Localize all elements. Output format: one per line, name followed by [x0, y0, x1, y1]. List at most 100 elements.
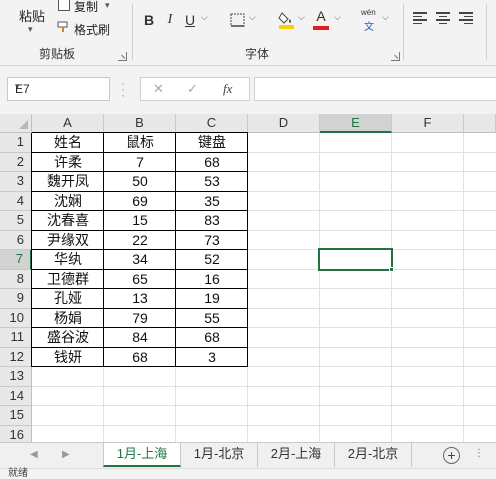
table-cell[interactable]: 73: [176, 231, 248, 251]
table-cell[interactable]: 钱妍: [32, 348, 104, 368]
add-sheet-button[interactable]: +: [443, 447, 460, 464]
table-cell[interactable]: 53: [176, 172, 248, 192]
table-cell[interactable]: 65: [104, 270, 176, 290]
worksheet-grid[interactable]: A B C D E F 1 2 3 4 5 6 7 8 9 10 11 12 13 14 15 16 姓名 鼠标 键盘 许柔 7 68…: [0, 114, 496, 442]
copy-button[interactable]: 复制: [74, 0, 98, 15]
fill-color-dropdown-icon[interactable]: ⌵: [298, 12, 305, 23]
table-cell[interactable]: 华纨: [32, 250, 104, 270]
paste-button[interactable]: 粘贴: [19, 6, 45, 25]
cancel-icon[interactable]: ✕: [153, 81, 164, 97]
font-launcher-icon[interactable]: [391, 52, 400, 61]
format-painter-button[interactable]: 格式刷: [74, 21, 110, 38]
insert-function-icon[interactable]: fx: [223, 81, 232, 97]
underline-dropdown-icon[interactable]: ⌵: [201, 12, 208, 23]
font-color-dropdown-icon[interactable]: ⌵: [334, 12, 341, 23]
underline-button[interactable]: U: [183, 10, 197, 30]
table-cell[interactable]: 15: [104, 211, 176, 231]
phonetic-char[interactable]: 文: [364, 18, 374, 33]
row-header-7[interactable]: 7: [0, 250, 32, 270]
table-cell[interactable]: 84: [104, 328, 176, 348]
table-cell[interactable]: 22: [104, 231, 176, 251]
table-cell[interactable]: 魏开凤: [32, 172, 104, 192]
formula-input[interactable]: [254, 77, 496, 101]
fill-color-icon[interactable]: [278, 10, 296, 30]
column-header-partial[interactable]: [464, 114, 496, 133]
bold-button[interactable]: B: [141, 10, 157, 30]
table-cell[interactable]: 许柔: [32, 153, 104, 173]
row-header-16[interactable]: 16: [0, 425, 32, 442]
column-header-a[interactable]: A: [32, 114, 104, 133]
font-color-button[interactable]: A: [313, 6, 329, 26]
sheet-tab[interactable]: 1月-北京: [181, 443, 258, 467]
align-right-icon[interactable]: [459, 12, 473, 26]
table-header-cell[interactable]: 鼠标: [104, 133, 176, 153]
table-cell[interactable]: 35: [176, 192, 248, 212]
table-cell[interactable]: 沈春喜: [32, 211, 104, 231]
table-cell[interactable]: 52: [176, 250, 248, 270]
row-header-2[interactable]: 2: [0, 152, 32, 172]
table-cell[interactable]: 19: [176, 289, 248, 309]
table-cell[interactable]: 68: [104, 348, 176, 368]
row-header-14[interactable]: 14: [0, 386, 32, 406]
row-header-9[interactable]: 9: [0, 289, 32, 309]
table-cell[interactable]: 83: [176, 211, 248, 231]
border-dropdown-icon[interactable]: ⌵: [249, 12, 256, 23]
table-cell[interactable]: 尹缘双: [32, 231, 104, 251]
table-cell[interactable]: 79: [104, 309, 176, 329]
row-header-1[interactable]: 1: [0, 133, 32, 153]
table-cell[interactable]: 34: [104, 250, 176, 270]
row-header-10[interactable]: 10: [0, 308, 32, 328]
row-header-6[interactable]: 6: [0, 230, 32, 250]
enter-icon[interactable]: ✓: [187, 81, 198, 97]
table-cell[interactable]: 3: [176, 348, 248, 368]
table-header-cell[interactable]: 键盘: [176, 133, 248, 153]
next-sheet-icon[interactable]: ▶: [62, 449, 70, 460]
table-header-cell[interactable]: 姓名: [32, 133, 104, 153]
tabs-more-icon[interactable]: ⋮: [474, 448, 484, 459]
row-header-8[interactable]: 8: [0, 269, 32, 289]
border-icon[interactable]: [230, 13, 246, 27]
phonetic-dropdown-icon[interactable]: ⌵: [382, 12, 389, 23]
table-cell[interactable]: 杨娟: [32, 309, 104, 329]
table-cell[interactable]: 盛谷波: [32, 328, 104, 348]
row-header-13[interactable]: 13: [0, 367, 32, 387]
name-box[interactable]: E7 ▾: [7, 77, 110, 101]
italic-button[interactable]: I: [163, 10, 177, 30]
phonetic-pinyin[interactable]: wén: [361, 8, 376, 17]
row-header-15[interactable]: 15: [0, 406, 32, 426]
row-header-3[interactable]: 3: [0, 172, 32, 192]
select-all-corner[interactable]: [0, 114, 32, 133]
row-header-5[interactable]: 5: [0, 211, 32, 231]
table-cell[interactable]: 7: [104, 153, 176, 173]
name-box-dropdown-icon[interactable]: ▾: [15, 81, 103, 92]
sheet-tab[interactable]: 1月-上海: [103, 443, 181, 467]
table-cell[interactable]: 68: [176, 328, 248, 348]
align-center-icon[interactable]: [436, 12, 450, 26]
table-cell[interactable]: 69: [104, 192, 176, 212]
table-cell[interactable]: 55: [176, 309, 248, 329]
table-cell[interactable]: 13: [104, 289, 176, 309]
table-cell[interactable]: 50: [104, 172, 176, 192]
row-header-12[interactable]: 12: [0, 347, 32, 367]
prev-sheet-icon[interactable]: ◀: [30, 449, 38, 460]
table-cell[interactable]: 16: [176, 270, 248, 290]
row-header-4[interactable]: 4: [0, 191, 32, 211]
fill-handle[interactable]: [389, 266, 394, 272]
align-left-icon[interactable]: [413, 12, 427, 26]
row-header-11[interactable]: 11: [0, 328, 32, 348]
table-cell[interactable]: 孔娅: [32, 289, 104, 309]
column-header-d[interactable]: D: [248, 114, 320, 133]
sheet-tab[interactable]: 2月-上海: [258, 443, 335, 467]
column-header-c[interactable]: C: [176, 114, 248, 133]
formula-bar-grip-icon[interactable]: · · ·: [121, 77, 125, 101]
table-cell[interactable]: 68: [176, 153, 248, 173]
column-header-b[interactable]: B: [104, 114, 176, 133]
column-header-f[interactable]: F: [392, 114, 464, 133]
clipboard-launcher-icon[interactable]: [118, 52, 127, 61]
paste-dropdown-icon[interactable]: ▾: [28, 24, 33, 35]
selected-cell[interactable]: [318, 248, 393, 271]
sheet-tab[interactable]: 2月-北京: [335, 443, 412, 467]
table-cell[interactable]: 卫德群: [32, 270, 104, 290]
table-cell[interactable]: 沈娴: [32, 192, 104, 212]
copy-dropdown-icon[interactable]: ▾: [105, 0, 110, 11]
